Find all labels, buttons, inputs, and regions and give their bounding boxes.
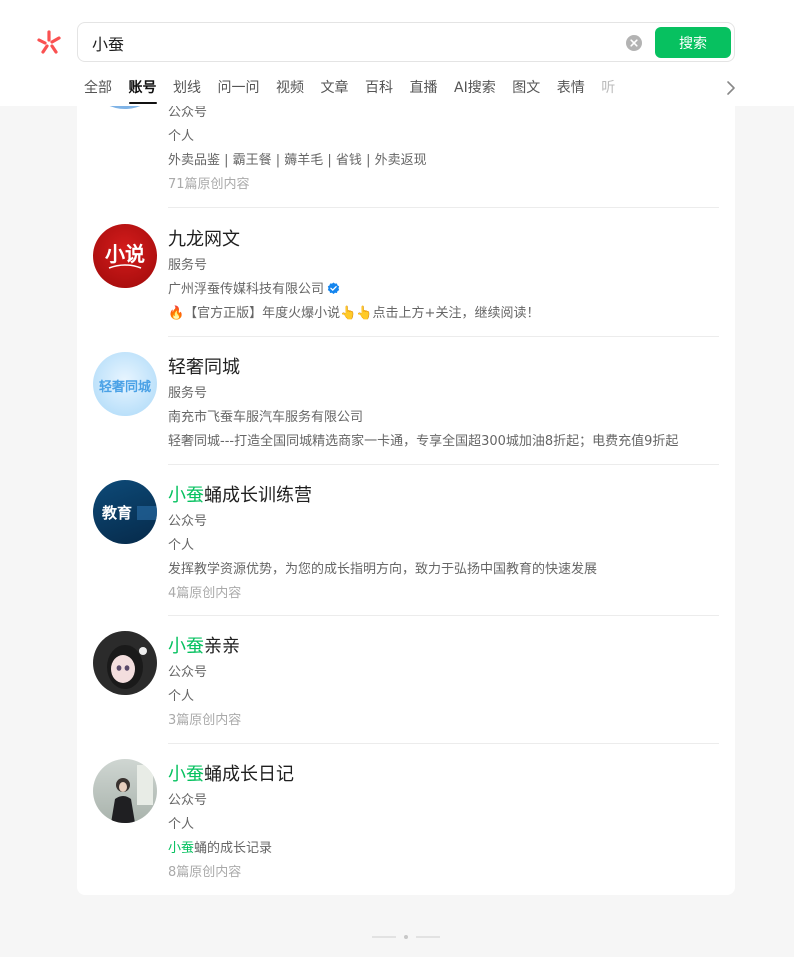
results-card: ✦ 公众号 个人 外卖品鉴 | 霸王餐 | 薅羊毛 | 省钱 | 外卖返现 71… [77,80,735,895]
account-name[interactable]: 小蚕蛹成长训练营 [168,481,312,507]
tab-ask[interactable]: 问一问 [218,72,260,106]
category-tabs: 全部 账号 划线 问一问 视频 文章 百科 直播 AI搜索 图文 表情听 [84,72,724,106]
account-name[interactable]: 小蚕亲亲 [168,632,240,658]
account-description: 🔥【官方正版】年度火爆小说👆👆点击上方+关注，继续阅读！ [168,306,540,321]
account-name[interactable]: 小蚕蛹成长日记 [168,760,294,786]
desc-rest: 蛹的成长记录 [194,841,273,856]
original-count: 71篇原创内容 [168,177,250,192]
tab-highlights[interactable]: 划线 [173,72,201,106]
search-input[interactable] [92,30,612,56]
tab-listen[interactable]: 听 [601,72,615,106]
account-company-row: 广州浮蚕传媒科技有限公司 [168,278,718,297]
avatar: 小说 [93,224,157,288]
tab-accounts[interactable]: 账号 [128,72,157,106]
account-company: 广州浮蚕传媒科技有限公司 [168,282,325,297]
account-description: 轻奢同城---打造全国同城精选商家一卡通，专享全国超300城加油8折起；电费充值… [168,434,679,449]
avatar-text: 轻奢同城 [98,380,151,395]
tab-all[interactable]: 全部 [84,72,112,106]
avatar [93,631,157,695]
account-type: 公众号 [168,665,208,680]
search-header: 搜索 全部账号划线问一问视频文章百科直播 AI搜索图文表情听 [0,0,794,106]
account-type: 公众号 [168,793,208,808]
tab-video[interactable]: 视频 [276,72,304,106]
verified-icon [327,282,340,294]
search-logo-icon[interactable] [34,27,64,57]
name-rest: 蛹成长训练营 [204,485,312,506]
account-result[interactable]: 小蚕亲亲 公众号 个人 3篇原创内容 [77,615,735,744]
account-type: 服务号 [168,258,208,273]
end-of-list-icon [372,935,440,939]
account-result[interactable]: 教育 小蚕蛹成长训练营 公众号 个人 发挥教学资源优势，为您的成长指明方向，致力… [77,464,735,616]
account-type: 服务号 [168,386,208,401]
account-subject: 个人 [168,538,195,553]
original-count: 8篇原创内容 [168,865,242,880]
tab-image-text[interactable]: 图文 [512,72,540,106]
name-highlight: 小蚕 [168,485,204,506]
chevron-right-icon[interactable] [723,78,739,98]
name-rest: 亲亲 [204,636,240,657]
tab-articles[interactable]: 文章 [321,72,349,106]
account-description: 小蚕蛹的成长记录 [168,837,718,856]
account-description: 外卖品鉴 | 霸王餐 | 薅羊毛 | 省钱 | 外卖返现 [168,153,427,168]
account-company: 南充市飞蚕车服汽车服务有限公司 [168,410,364,425]
avatar: 轻奢同城 [93,352,157,416]
account-name[interactable]: 轻奢同城 [168,353,240,379]
name-rest: 蛹成长日记 [204,764,294,785]
tab-ai-search[interactable]: AI搜索 [454,72,496,106]
account-name[interactable]: 九龙网文 [168,225,240,251]
clear-icon[interactable] [626,35,642,51]
avatar: 教育 [93,480,157,544]
name-highlight: 小蚕 [168,636,204,657]
search-box: 搜索 [77,22,735,62]
search-button[interactable]: 搜索 [655,27,731,58]
account-subject: 个人 [168,129,195,144]
account-subject: 个人 [168,689,195,704]
account-type: 公众号 [168,514,208,529]
original-count: 3篇原创内容 [168,713,242,728]
account-subject: 个人 [168,817,195,832]
account-description: 发挥教学资源优势，为您的成长指明方向，致力于弘扬中国教育的快速发展 [168,562,598,577]
account-result[interactable]: 轻奢同城 轻奢同城 服务号 南充市飞蚕车服汽车服务有限公司 轻奢同城---打造全… [77,336,735,465]
name-highlight: 小蚕 [168,764,204,785]
desc-highlight: 小蚕 [168,841,195,856]
tab-encyclopedia[interactable]: 百科 [365,72,393,106]
original-count: 4篇原创内容 [168,586,242,601]
avatar [93,759,157,823]
account-result[interactable]: 小说 九龙网文 服务号 广州浮蚕传媒科技有限公司 🔥【官方正版】年度火爆小说👆👆… [77,208,735,337]
tab-stickers[interactable]: 表情 [557,72,585,106]
account-result[interactable]: 小蚕蛹成长日记 公众号 个人 小蚕蛹的成长记录 8篇原创内容 [77,743,735,895]
tab-live[interactable]: 直播 [410,72,438,106]
